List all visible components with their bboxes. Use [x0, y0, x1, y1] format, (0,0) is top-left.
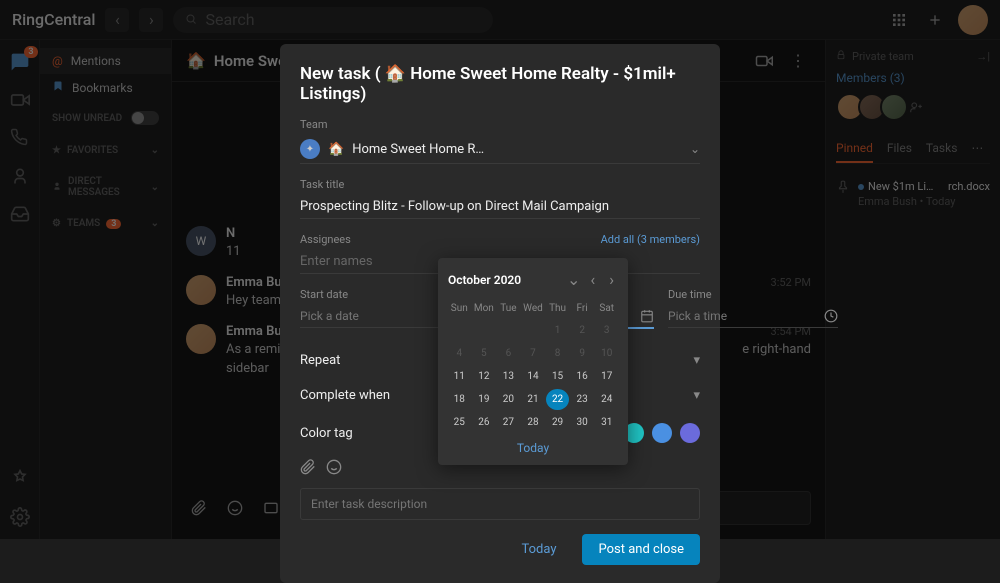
- description-input[interactable]: [300, 488, 700, 520]
- calendar-day[interactable]: 5: [473, 343, 496, 364]
- calendar-day[interactable]: 6: [497, 343, 520, 364]
- calendar-day: [473, 320, 496, 341]
- calendar-day[interactable]: 24: [595, 389, 618, 410]
- calendar-day[interactable]: 13: [497, 366, 520, 387]
- calendar-day[interactable]: 4: [448, 343, 471, 364]
- calendar-day[interactable]: 9: [571, 343, 594, 364]
- calendar-popover: October 2020 ⌄ ‹ › SunMonTueWedThuFriSat…: [438, 258, 628, 465]
- chevron-down-icon: ▾: [693, 388, 700, 403]
- calendar-day[interactable]: 20: [497, 389, 520, 410]
- color-option[interactable]: [680, 423, 700, 443]
- calendar-day[interactable]: 29: [546, 412, 569, 433]
- team-label: Team: [300, 118, 700, 131]
- calendar-day[interactable]: 8: [546, 343, 569, 364]
- prev-month-button[interactable]: ‹: [586, 268, 599, 291]
- calendar-day[interactable]: 12: [473, 366, 496, 387]
- assignees-label: Assignees: [300, 233, 351, 246]
- calendar-day[interactable]: 7: [522, 343, 545, 364]
- calendar-day[interactable]: 10: [595, 343, 618, 364]
- calendar-day[interactable]: 22: [546, 389, 569, 410]
- clock-icon: [824, 309, 838, 323]
- calendar-day[interactable]: 11: [448, 366, 471, 387]
- house-icon: 🏠: [328, 142, 344, 157]
- calendar-day[interactable]: 31: [595, 412, 618, 433]
- team-icon: ✦: [300, 139, 320, 159]
- calendar-dow: Sun: [448, 299, 471, 318]
- color-option[interactable]: [652, 423, 672, 443]
- calendar-day: [448, 320, 471, 341]
- calendar-dow: Mon: [473, 299, 496, 318]
- calendar-day[interactable]: 28: [522, 412, 545, 433]
- calendar-dow: Tue: [497, 299, 520, 318]
- calendar-icon: [640, 309, 654, 323]
- calendar-day[interactable]: 27: [497, 412, 520, 433]
- today-link[interactable]: Today: [448, 441, 618, 455]
- chevron-down-icon: ⌄: [690, 142, 700, 156]
- team-selector[interactable]: ✦ 🏠 Home Sweet Home R… ⌄: [300, 135, 700, 164]
- calendar-dow: Wed: [522, 299, 545, 318]
- task-title-label: Task title: [300, 178, 700, 191]
- calendar-grid: SunMonTueWedThuFriSat1234567891011121314…: [448, 299, 618, 433]
- calendar-day[interactable]: 17: [595, 366, 618, 387]
- calendar-day[interactable]: 30: [571, 412, 594, 433]
- calendar-day[interactable]: 19: [473, 389, 496, 410]
- next-month-button[interactable]: ›: [605, 268, 618, 291]
- attachment-icon[interactable]: [300, 459, 316, 478]
- add-all-link[interactable]: Add all (3 members): [601, 233, 700, 246]
- calendar-day[interactable]: 1: [546, 320, 569, 341]
- calendar-day[interactable]: 14: [522, 366, 545, 387]
- calendar-month: October 2020: [448, 273, 561, 287]
- calendar-day[interactable]: 23: [571, 389, 594, 410]
- calendar-day[interactable]: 25: [448, 412, 471, 433]
- chevron-down-icon[interactable]: ⌄: [567, 270, 580, 289]
- calendar-day[interactable]: 18: [448, 389, 471, 410]
- emoji-icon[interactable]: [326, 459, 342, 478]
- calendar-day[interactable]: 21: [522, 389, 545, 410]
- calendar-day: [497, 320, 520, 341]
- chevron-down-icon: ▾: [693, 353, 700, 368]
- due-time-input[interactable]: [668, 305, 838, 328]
- calendar-day[interactable]: 3: [595, 320, 618, 341]
- calendar-day[interactable]: 2: [571, 320, 594, 341]
- calendar-day[interactable]: 15: [546, 366, 569, 387]
- calendar-day[interactable]: 26: [473, 412, 496, 433]
- modal-title: New task ( 🏠 Home Sweet Home Realty - $1…: [300, 64, 700, 104]
- calendar-dow: Sat: [595, 299, 618, 318]
- calendar-dow: Thu: [546, 299, 569, 318]
- calendar-dow: Fri: [571, 299, 594, 318]
- calendar-day[interactable]: 16: [571, 366, 594, 387]
- calendar-day: [522, 320, 545, 341]
- task-title-input[interactable]: [300, 195, 700, 219]
- due-time-label: Due time: [668, 288, 838, 301]
